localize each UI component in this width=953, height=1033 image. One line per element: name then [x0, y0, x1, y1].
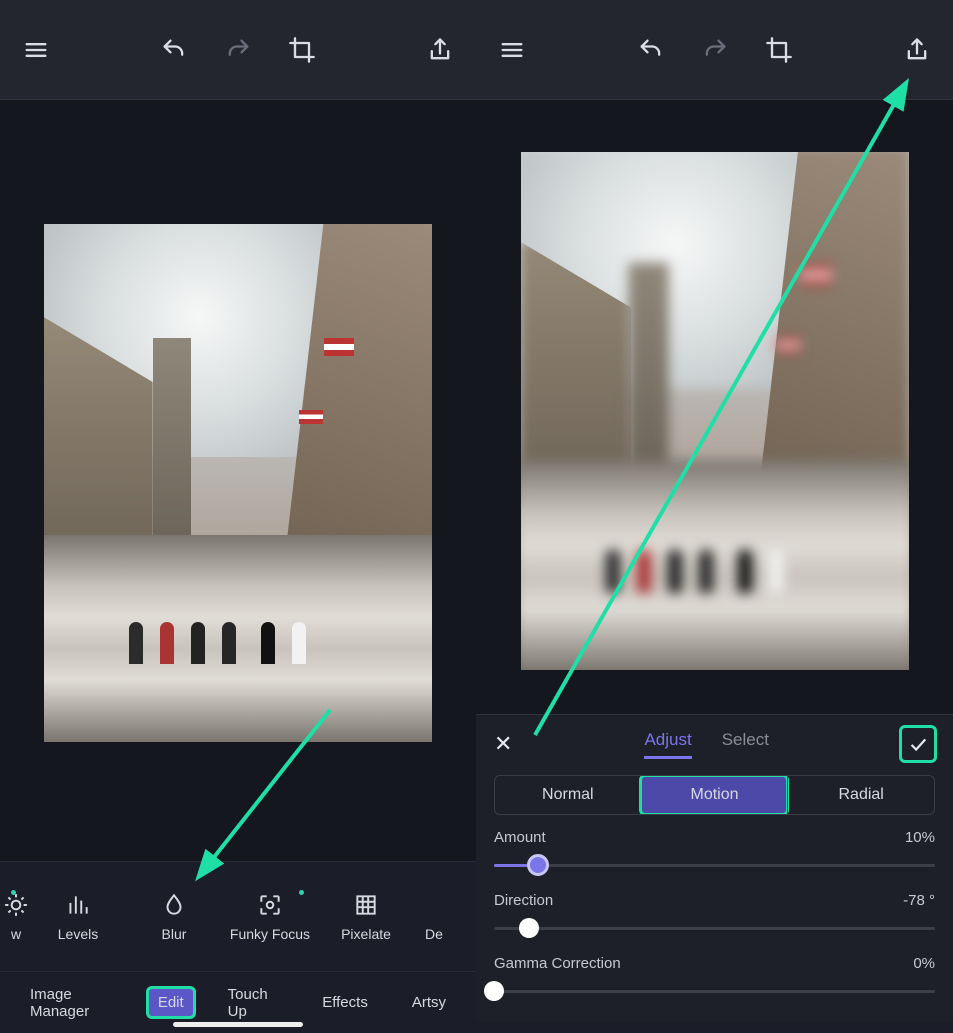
amount-slider-row: Amount 10%	[494, 829, 935, 878]
confirm-button[interactable]	[901, 727, 935, 761]
crop-button[interactable]	[761, 32, 797, 68]
tool-label: Pixelate	[341, 926, 391, 942]
home-indicator	[173, 1022, 303, 1027]
gamma-label: Gamma Correction	[494, 955, 621, 972]
grid-icon	[353, 892, 379, 918]
direction-value: -78 °	[903, 892, 935, 909]
redo-icon	[701, 36, 729, 64]
blank-icon	[421, 892, 447, 918]
category-touchup[interactable]: Touch Up	[218, 980, 289, 1026]
category-image-manager[interactable]: Image Manager	[20, 980, 124, 1026]
tool-label: De	[425, 926, 443, 942]
tool-w[interactable]: w	[2, 886, 30, 948]
tool-levels[interactable]: Levels	[30, 886, 126, 948]
gamma-value: 0%	[913, 955, 935, 972]
share-button[interactable]	[899, 32, 935, 68]
gamma-slider[interactable]	[494, 978, 935, 1004]
blur-mode-radial[interactable]: Radial	[787, 776, 934, 814]
menu-icon	[22, 36, 50, 64]
left-photo	[44, 224, 432, 742]
crop-icon	[765, 36, 793, 64]
undo-icon	[160, 36, 188, 64]
tool-label: w	[11, 926, 21, 942]
direction-label: Direction	[494, 892, 553, 909]
left-topbar	[0, 0, 476, 100]
blur-mode-normal[interactable]: Normal	[495, 776, 641, 814]
close-button[interactable]: ✕	[494, 731, 512, 757]
tool-label: Funky Focus	[230, 926, 310, 942]
share-icon	[426, 36, 454, 64]
undo-icon	[637, 36, 665, 64]
amount-value: 10%	[905, 829, 935, 846]
tool-label: Levels	[58, 926, 98, 942]
right-canvas[interactable]	[476, 100, 953, 714]
sun-icon	[3, 892, 29, 918]
share-icon	[903, 36, 931, 64]
crop-button[interactable]	[284, 32, 320, 68]
right-screenshot: ✕ Adjust Select NormalMotionRadial Amount…	[476, 0, 953, 1033]
redo-button[interactable]	[697, 32, 733, 68]
tool-row[interactable]: w Levels Blur Funky Focus Pixelate De	[0, 862, 476, 971]
menu-icon	[498, 36, 526, 64]
undo-button[interactable]	[633, 32, 669, 68]
right-topbar	[476, 0, 953, 100]
right-photo-blurred	[521, 152, 909, 670]
blur-mode-segment[interactable]: NormalMotionRadial	[494, 775, 935, 815]
crop-icon	[288, 36, 316, 64]
tab-select[interactable]: Select	[722, 730, 769, 759]
drop-icon	[161, 892, 187, 918]
left-canvas[interactable]	[0, 100, 476, 861]
blur-mode-motion[interactable]: Motion	[641, 776, 788, 814]
amount-label: Amount	[494, 829, 546, 846]
redo-button[interactable]	[220, 32, 256, 68]
tool-label: Blur	[162, 926, 187, 942]
menu-button[interactable]	[494, 32, 530, 68]
tool-funky[interactable]: Funky Focus	[222, 886, 318, 948]
left-screenshot: w Levels Blur Funky Focus Pixelate De Image M…	[0, 0, 476, 1033]
adjust-panel: ✕ Adjust Select NormalMotionRadial Amount…	[476, 714, 953, 1022]
category-artsy[interactable]: Artsy	[402, 988, 456, 1017]
direction-slider-row: Direction -78 °	[494, 892, 935, 941]
tool-de[interactable]: De	[414, 886, 454, 948]
category-effects[interactable]: Effects	[312, 988, 378, 1017]
tool-pixelate[interactable]: Pixelate	[318, 886, 414, 948]
check-icon	[907, 733, 929, 755]
undo-button[interactable]	[156, 32, 192, 68]
adjust-tabs: Adjust Select	[644, 730, 769, 759]
tab-adjust[interactable]: Adjust	[644, 730, 691, 759]
share-button[interactable]	[422, 32, 458, 68]
direction-slider[interactable]	[494, 915, 935, 941]
amount-slider[interactable]	[494, 852, 935, 878]
tool-blur[interactable]: Blur	[126, 886, 222, 948]
focus-icon	[257, 892, 283, 918]
gamma-slider-row: Gamma Correction 0%	[494, 955, 935, 1004]
tool-strip: w Levels Blur Funky Focus Pixelate De Image M…	[0, 861, 476, 1033]
category-edit[interactable]: Edit	[148, 988, 194, 1017]
bars-icon	[65, 892, 91, 918]
menu-button[interactable]	[18, 32, 54, 68]
redo-icon	[224, 36, 252, 64]
